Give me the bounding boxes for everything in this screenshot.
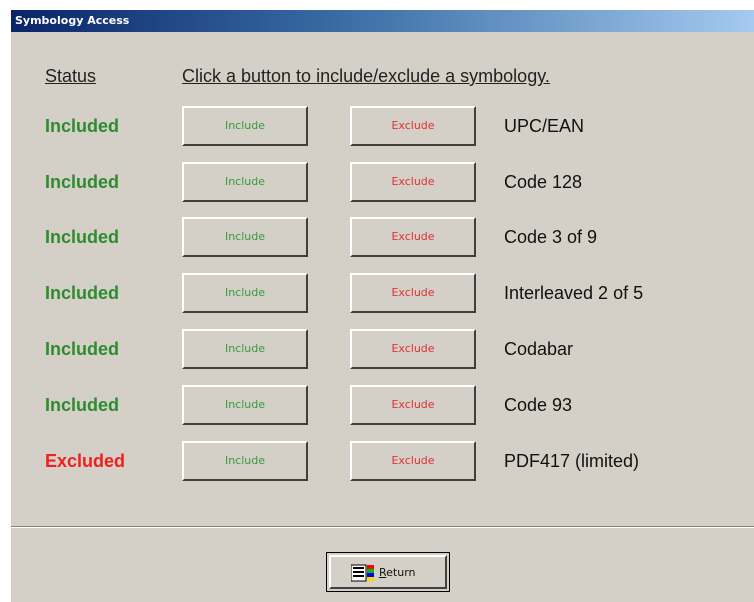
title-bar: Symbology Access bbox=[11, 10, 754, 32]
symbology-name: Code 93 bbox=[504, 395, 573, 415]
return-button-label: Return bbox=[379, 566, 416, 579]
symbology-row-pdf417: Excluded Include Exclude PDF417 (limited… bbox=[11, 441, 754, 485]
exclude-button[interactable]: Exclude bbox=[350, 106, 476, 146]
symbology-name: PDF417 (limited) bbox=[504, 451, 640, 471]
status-column-header: Status bbox=[45, 66, 97, 86]
symbology-row-code-128: Included Include Exclude Code 128 bbox=[11, 162, 754, 206]
return-label-rest: eturn bbox=[386, 566, 416, 579]
include-button[interactable]: Include bbox=[182, 441, 308, 481]
symbology-name: Code 128 bbox=[504, 172, 583, 192]
status-text: Included bbox=[45, 116, 120, 136]
exclude-button[interactable]: Exclude bbox=[350, 162, 476, 202]
symbology-row-code-3-of-9: Included Include Exclude Code 3 of 9 bbox=[11, 217, 754, 261]
exclude-button[interactable]: Exclude bbox=[350, 217, 476, 257]
return-button[interactable]: Return bbox=[326, 552, 450, 592]
status-text: Included bbox=[45, 283, 120, 303]
status-text: Included bbox=[45, 172, 120, 192]
include-button[interactable]: Include bbox=[182, 106, 308, 146]
symbology-row-code-93: Included Include Exclude Code 93 bbox=[11, 385, 754, 429]
footer-divider bbox=[11, 526, 754, 528]
status-text: Excluded bbox=[45, 451, 126, 471]
status-text: Included bbox=[45, 395, 120, 415]
symbology-name: UPC/EAN bbox=[504, 116, 585, 136]
exclude-button[interactable]: Exclude bbox=[350, 385, 476, 425]
status-text: Included bbox=[45, 227, 120, 247]
symbology-name: Code 3 of 9 bbox=[504, 227, 598, 247]
include-button[interactable]: Include bbox=[182, 329, 308, 369]
return-icon bbox=[351, 564, 374, 582]
include-button[interactable]: Include bbox=[182, 385, 308, 425]
include-button[interactable]: Include bbox=[182, 217, 308, 257]
symbology-row-interleaved-2-of-5: Included Include Exclude Interleaved 2 o… bbox=[11, 273, 754, 317]
symbology-name: Interleaved 2 of 5 bbox=[504, 283, 644, 303]
symbology-name: Codabar bbox=[504, 339, 574, 359]
exclude-button[interactable]: Exclude bbox=[350, 273, 476, 313]
exclude-button[interactable]: Exclude bbox=[350, 329, 476, 369]
symbology-row-upc-ean: Included Include Exclude UPC/EAN bbox=[11, 106, 754, 150]
exclude-button[interactable]: Exclude bbox=[350, 441, 476, 481]
status-text: Included bbox=[45, 339, 120, 359]
symbology-row-codabar: Included Include Exclude Codabar bbox=[11, 329, 754, 373]
symbology-access-dialog: Symbology Access Status Click a button t… bbox=[10, 10, 754, 602]
instruction-text: Click a button to include/exclude a symb… bbox=[182, 66, 550, 86]
include-button[interactable]: Include bbox=[182, 273, 308, 313]
window-title: Symbology Access bbox=[15, 14, 130, 27]
return-button-face[interactable]: Return bbox=[329, 555, 447, 589]
include-button[interactable]: Include bbox=[182, 162, 308, 202]
